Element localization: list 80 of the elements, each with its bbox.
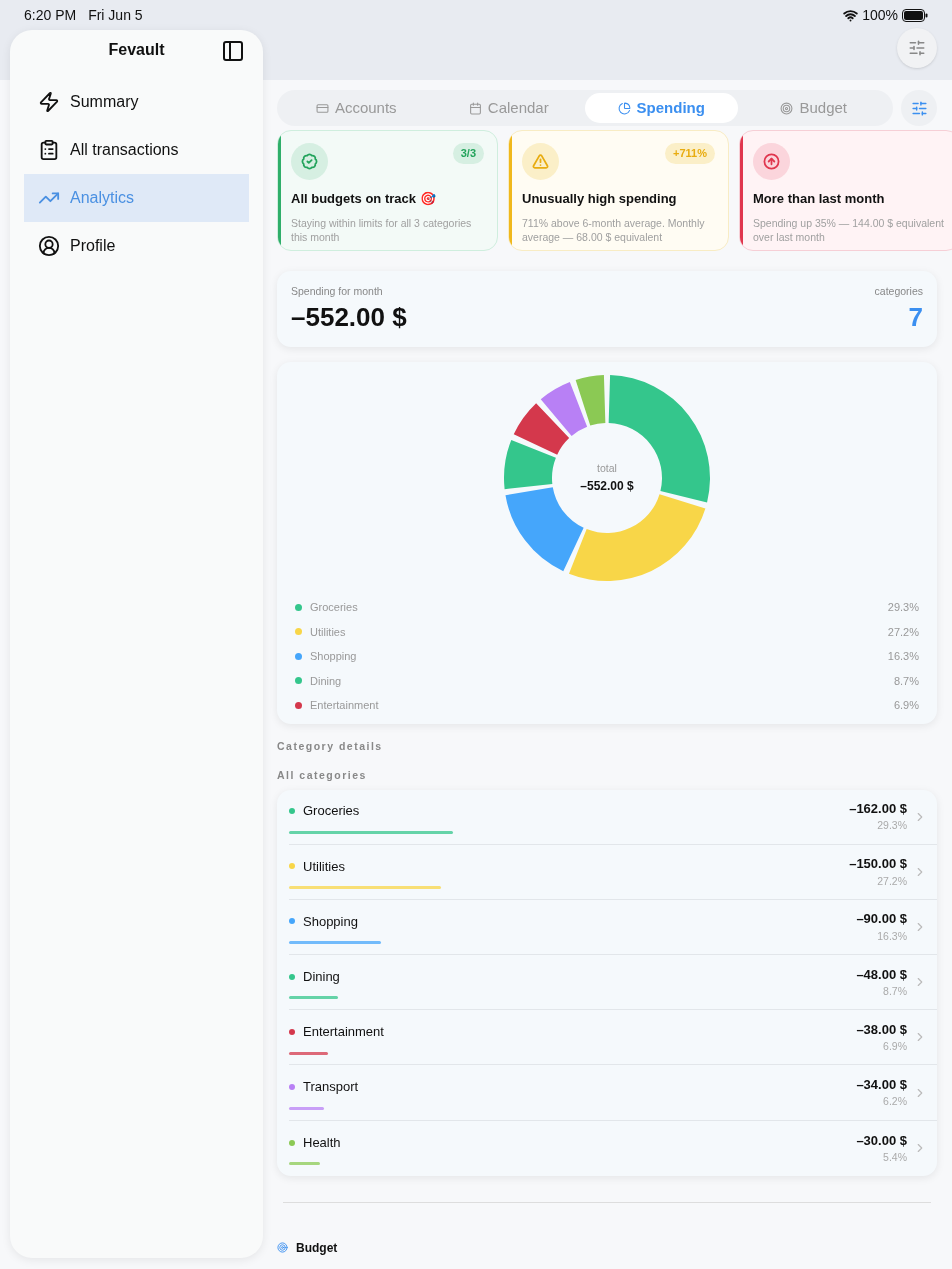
category-amount: –90.00 $ xyxy=(856,910,907,929)
badge: +711% xyxy=(665,143,715,164)
category-name: Health xyxy=(303,1133,341,1152)
category-row[interactable]: Entertainment –38.00 $ 6.9% xyxy=(289,1010,937,1066)
status-icon xyxy=(522,143,559,180)
calendar-icon xyxy=(468,101,482,115)
status-date: Fri Jun 5 xyxy=(88,5,143,25)
category-amount: –162.00 $ xyxy=(849,799,907,818)
pie-chart-icon xyxy=(617,101,631,115)
legend-value: 16.3% xyxy=(887,649,919,664)
legend-value: 8.7% xyxy=(893,673,919,689)
category-name: Entertainment xyxy=(303,1023,384,1042)
list-icon xyxy=(38,139,60,161)
legend-label: Groceries xyxy=(310,600,358,615)
user-icon xyxy=(38,235,60,257)
list-title: All categories xyxy=(277,767,368,783)
summary-label: Spending for month xyxy=(291,284,384,299)
card-icon xyxy=(315,101,329,115)
category-amount: –48.00 $ xyxy=(856,965,907,984)
legend-value: 6.9% xyxy=(893,698,919,713)
sidebar-item[interactable]: All transactions xyxy=(24,126,249,174)
donut-center-label: total xyxy=(597,461,617,477)
category-row[interactable]: Health –30.00 $ 5.4% xyxy=(289,1120,937,1176)
target-icon xyxy=(780,101,794,115)
status-icon xyxy=(753,143,790,180)
wifi-icon xyxy=(843,7,859,23)
battery-icon xyxy=(902,8,928,22)
lightning-icon xyxy=(38,91,60,113)
category-percent: 5.4% xyxy=(883,1150,907,1166)
target-icon xyxy=(277,1242,288,1254)
category-row[interactable]: Dining –48.00 $ 8.7% xyxy=(289,955,937,1011)
insight-text: Spending up 35% — 144.00 $ equivalent over last month xyxy=(753,215,945,244)
category-name: Dining xyxy=(303,967,340,986)
badge: 3/3 xyxy=(452,143,484,164)
category-row[interactable]: Groceries –162.00 $ 29.3% xyxy=(289,789,937,845)
app-title: Fevault xyxy=(108,40,165,60)
category-amount: –30.00 $ xyxy=(856,1131,907,1150)
legend-value: 29.3% xyxy=(887,600,919,615)
category-row[interactable]: Shopping –90.00 $ 16.3% xyxy=(289,899,937,956)
sidebar-toggle-icon[interactable] xyxy=(221,39,245,63)
category-percent: 16.3% xyxy=(877,928,907,944)
insight-title: More than last month xyxy=(753,190,886,208)
category-amount: –150.00 $ xyxy=(849,855,907,874)
sliders-icon xyxy=(908,39,926,57)
donut-slice xyxy=(513,403,570,455)
sidebar-item[interactable]: Profile xyxy=(24,222,249,270)
sidebar-item[interactable]: Summary xyxy=(24,78,249,126)
category-percent: 27.2% xyxy=(877,873,907,889)
summary-amount: –552.00 $ xyxy=(291,300,407,334)
insight-text: 711% above 6-month average. Monthly average — 68.00 $ equivalent xyxy=(522,215,706,244)
legend-value: 27.2% xyxy=(887,624,919,640)
category-name: Transport xyxy=(303,1078,359,1097)
category-amount: –38.00 $ xyxy=(856,1020,907,1039)
sliders-icon xyxy=(910,99,928,117)
legend-label: Entertainment xyxy=(310,698,379,713)
status-time: 6:20 PM xyxy=(24,5,77,25)
filter-button[interactable] xyxy=(901,90,937,126)
legend-label: Utilities xyxy=(310,624,346,640)
category-row[interactable]: Transport –34.00 $ 6.2% xyxy=(289,1065,937,1121)
category-percent: 29.3% xyxy=(877,818,907,834)
insight-text: Staying within limits for all 3 categories this month xyxy=(291,215,473,244)
category-amount: –34.00 $ xyxy=(856,1075,907,1094)
category-count: 7 xyxy=(908,300,923,334)
insight-title: All budgets on track 🎯 xyxy=(291,190,437,208)
category-percent: 6.9% xyxy=(883,1039,907,1055)
category-name: Shopping xyxy=(303,912,358,931)
category-percent: 6.2% xyxy=(883,1094,907,1110)
section-heading: Budget xyxy=(296,1239,338,1257)
section-title: Category details xyxy=(277,739,384,754)
legend-label: Dining xyxy=(310,673,342,689)
count-label: categories xyxy=(874,284,923,299)
legend-label: Shopping xyxy=(310,649,357,664)
status-icon xyxy=(291,143,328,180)
insight-title: Unusually high spending xyxy=(522,190,678,208)
category-name: Groceries xyxy=(303,802,360,821)
donut-center-value: –552.00 $ xyxy=(580,477,634,495)
category-percent: 8.7% xyxy=(883,984,907,1000)
category-name: Utilities xyxy=(303,857,345,876)
battery-percent: 100% xyxy=(862,5,898,25)
category-row[interactable]: Utilities –150.00 $ 27.2% xyxy=(289,844,937,900)
